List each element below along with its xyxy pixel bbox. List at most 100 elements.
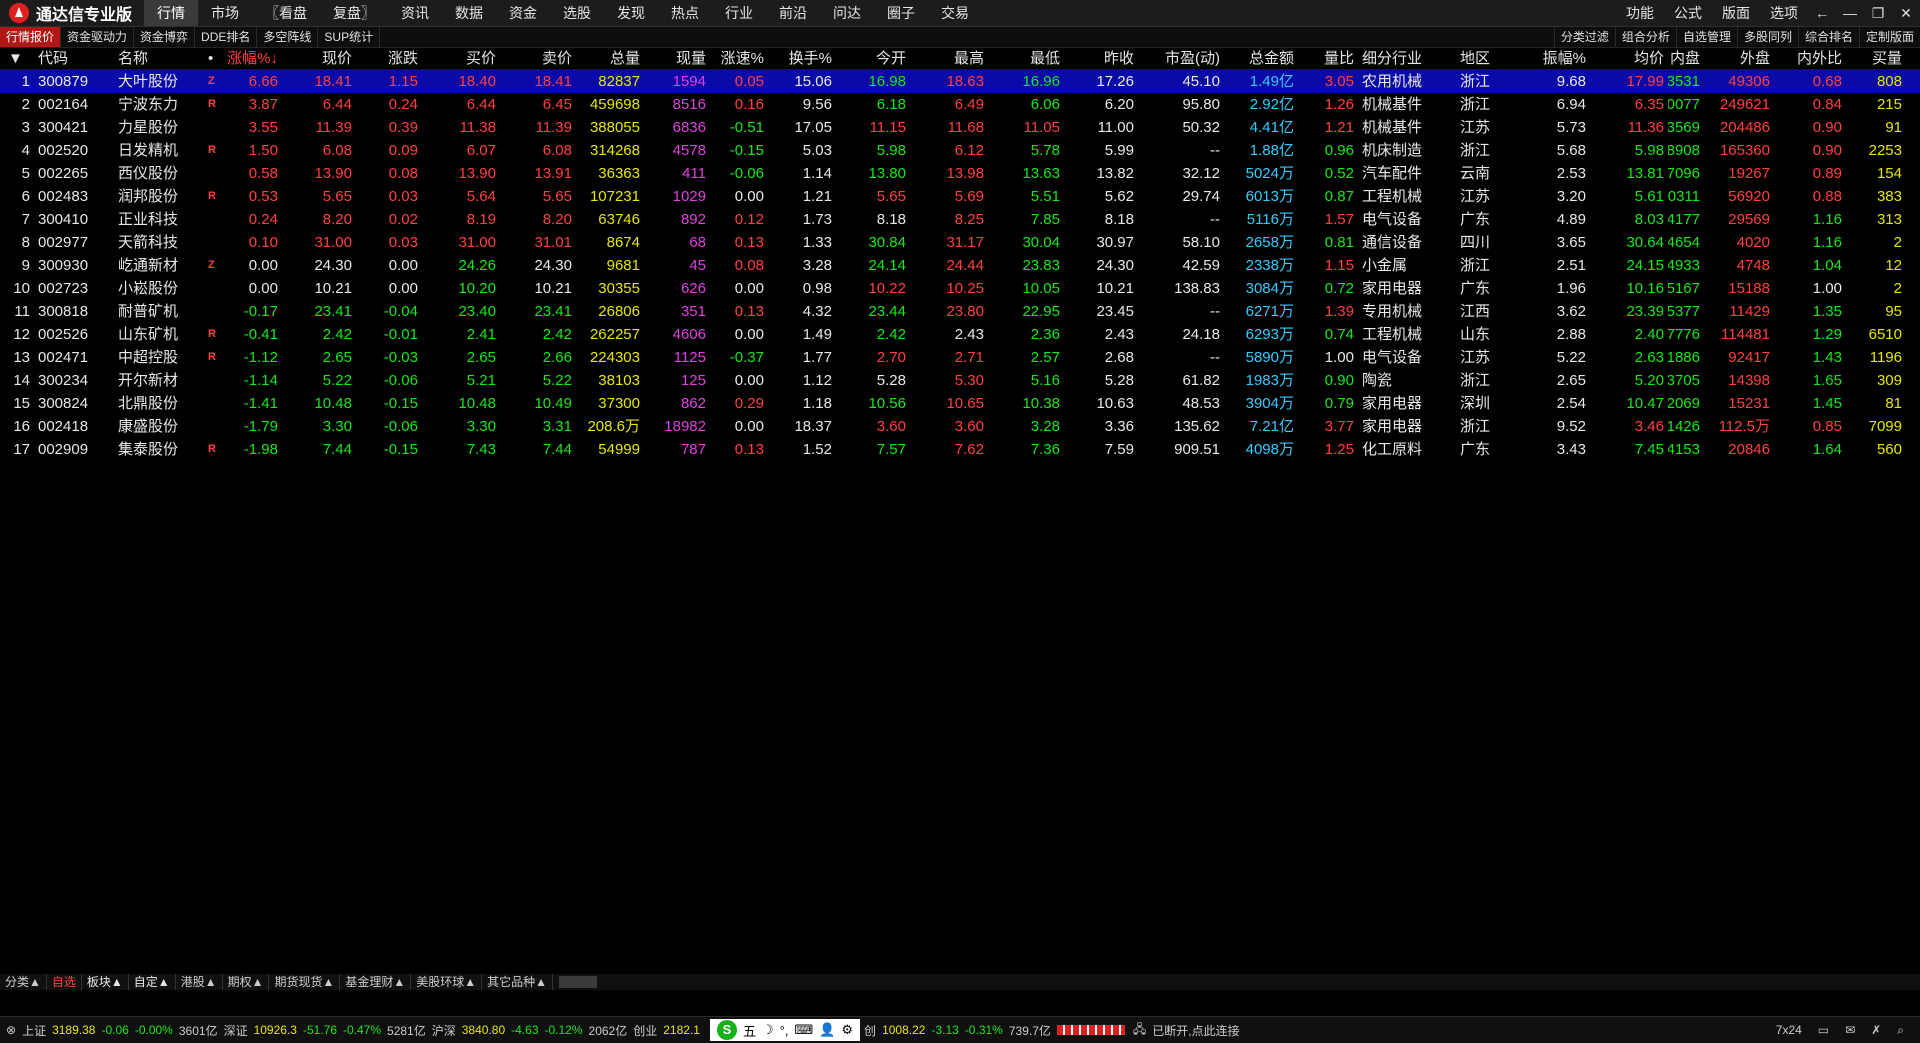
menu-item-5[interactable]: 数据 [442, 0, 496, 26]
sub-tab-2[interactable]: 资金博弈 [134, 27, 196, 47]
column-header-19[interactable]: 细分行业 [1362, 48, 1442, 69]
connection-status[interactable]: 已断开,点此连接 [1152, 1022, 1239, 1039]
settings-icon[interactable]: ⚙ [841, 1022, 853, 1038]
mode-label[interactable]: 7x24 [1776, 1023, 1802, 1037]
bottom-tab-3[interactable]: 自定▲ [129, 974, 176, 990]
column-header-17[interactable]: 总金额 [1222, 48, 1294, 69]
moon-icon[interactable]: ☽ [762, 1022, 774, 1038]
column-header-24[interactable]: 外盘 [1700, 48, 1770, 69]
menu-item-6[interactable]: 资金 [496, 0, 550, 26]
bottom-tab-0[interactable]: 分类▲ [0, 974, 47, 990]
user-icon[interactable]: 👤 [819, 1022, 835, 1038]
menu-item-14[interactable]: 交易 [928, 0, 982, 26]
bottom-tab-1[interactable]: 自选 [47, 974, 82, 990]
table-row[interactable]: 15 300824 北鼎股份 -1.41 10.48 -0.15 10.48 10.49 373… [0, 392, 1920, 415]
table-row[interactable]: 6 002483 润邦股份 R 0.53 5.65 0.03 5.64 5.65 107231 10… [0, 185, 1920, 208]
horizontal-scrollbar[interactable] [559, 976, 598, 988]
menu-item-2[interactable]: 〖看盘 [252, 0, 320, 26]
column-header-9[interactable]: 现量 [642, 48, 706, 69]
table-row[interactable]: 16 002418 康盛股份 -1.79 3.30 -0.06 3.30 3.31 208.6万… [0, 415, 1920, 438]
sub-tab-5[interactable]: SUP统计 [318, 27, 381, 47]
table-row[interactable]: 11 300818 耐普矿机 -0.17 23.41 -0.04 23.40 23.41 268… [0, 300, 1920, 323]
menu-item-12[interactable]: 问达 [820, 0, 874, 26]
table-row[interactable]: 7 300410 正业科技 0.24 8.20 0.02 8.19 8.20 63746 892 0… [0, 208, 1920, 231]
sub-tab-right-1[interactable]: 组合分析 [1614, 27, 1676, 47]
table-row[interactable]: 1 300879 大叶股份 Z 6.66 18.41 1.15 18.40 18.41 82837… [0, 70, 1920, 93]
back-icon[interactable]: ← [1808, 0, 1836, 26]
connection-icon[interactable]: 🖧 [1133, 1020, 1146, 1041]
menu-right-item-0[interactable]: 功能 [1616, 0, 1664, 26]
punctuation-icon[interactable]: °, [780, 1023, 789, 1038]
bottom-tab-8[interactable]: 美股环球▲ [411, 974, 483, 990]
menu-item-3[interactable]: 复盘〗 [320, 0, 388, 26]
column-header-10[interactable]: 涨速% [708, 48, 764, 69]
bottom-tab-7[interactable]: 基金理财▲ [340, 974, 412, 990]
column-header-11[interactable]: 换手% [760, 48, 832, 69]
status-menu-icon[interactable]: ⊗ [6, 1023, 16, 1037]
table-row[interactable]: 13 002471 中超控股 R -1.12 2.65 -0.03 2.65 2.66 22430… [0, 346, 1920, 369]
menu-item-8[interactable]: 发现 [604, 0, 658, 26]
sub-tab-right-3[interactable]: 多股同列 [1736, 27, 1798, 47]
sub-tab-1[interactable]: 资金驱动力 [61, 27, 135, 47]
menu-right-item-1[interactable]: 公式 [1664, 0, 1712, 26]
column-header-13[interactable]: 最高 [908, 48, 984, 69]
keyboard-icon[interactable]: ⌨ [794, 1022, 813, 1038]
bottom-tab-6[interactable]: 期货现货▲ [269, 974, 341, 990]
column-header-12[interactable]: 今开 [834, 48, 906, 69]
column-header-6[interactable]: 买价 [420, 48, 496, 69]
menu-item-7[interactable]: 选股 [550, 0, 604, 26]
table-row[interactable]: 3 300421 力星股份 3.55 11.39 0.39 11.38 11.39 388055… [0, 116, 1920, 139]
ime-mode[interactable]: 五 [743, 1021, 756, 1040]
table-row[interactable]: 5 002265 西仪股份 0.58 13.90 0.08 13.90 13.91 36363 4… [0, 162, 1920, 185]
table-row[interactable]: 2 002164 宁波东力 R 3.87 6.44 0.24 6.44 6.45 459698 85… [0, 93, 1920, 116]
column-header-0[interactable]: 代码 [38, 48, 108, 69]
sub-tab-4[interactable]: 多空阵线 [257, 27, 319, 47]
table-row[interactable]: 9 300930 屹通新材 Z 0.00 24.30 0.00 24.26 24.30 9681 4… [0, 254, 1920, 277]
column-header-1[interactable]: 名称 [118, 48, 208, 69]
menu-item-1[interactable]: 市场 [198, 0, 252, 26]
column-header-18[interactable]: 量比 [1296, 48, 1354, 69]
minimize-icon[interactable]: — [1836, 0, 1864, 26]
message-icon[interactable]: ✉ [1845, 1023, 1855, 1037]
column-header-25[interactable]: 内外比 [1780, 48, 1842, 69]
close-icon[interactable]: ✕ [1892, 0, 1920, 26]
table-row[interactable]: 10 002723 小崧股份 0.00 10.21 0.00 10.20 10.21 30355… [0, 277, 1920, 300]
sub-tab-right-4[interactable]: 综合排名 [1797, 27, 1859, 47]
column-header-4[interactable]: 现价 [284, 48, 352, 69]
column-header-21[interactable]: 振幅% [1506, 48, 1586, 69]
menu-item-9[interactable]: 热点 [658, 0, 712, 26]
column-header-5[interactable]: 涨跌 [354, 48, 418, 69]
table-row[interactable]: 17 002909 集泰股份 R -1.98 7.44 -0.15 7.43 7.44 54999… [0, 438, 1920, 461]
table-row[interactable]: 14 300234 开尔新材 -1.14 5.22 -0.06 5.21 5.22 38103 1… [0, 369, 1920, 392]
column-header-26[interactable]: 买量 [1842, 48, 1902, 69]
sub-tab-right-2[interactable]: 自选管理 [1675, 27, 1737, 47]
ime-toolbar[interactable]: S 五 ☽ °, ⌨ 👤 ⚙ [709, 1019, 861, 1041]
menu-item-10[interactable]: 行业 [712, 0, 766, 26]
column-header-16[interactable]: 市盈(动) [1136, 48, 1220, 69]
column-header-3[interactable]: 涨幅%↓ [222, 48, 278, 69]
sub-tab-right-5[interactable]: 定制版面 [1858, 27, 1920, 47]
table-row[interactable]: 8 002977 天箭科技 0.10 31.00 0.03 31.00 31.01 8674 68… [0, 231, 1920, 254]
restore-icon[interactable]: ❐ [1864, 0, 1892, 26]
column-header-2[interactable]: • [208, 48, 222, 69]
search-icon[interactable]: ⌕ [1897, 1023, 1904, 1038]
bottom-tab-9[interactable]: 其它品种▲ [482, 974, 554, 990]
column-header-23[interactable]: 内盘 [1630, 48, 1700, 69]
sub-tab-0[interactable]: 行情报价 [0, 27, 62, 47]
bottom-tab-5[interactable]: 期权▲ [223, 974, 270, 990]
column-header-8[interactable]: 总量 [574, 48, 640, 69]
menu-item-4[interactable]: 资讯 [388, 0, 442, 26]
sort-dropdown-icon[interactable]: ▼ [8, 48, 23, 69]
column-header-20[interactable]: 地区 [1460, 48, 1504, 69]
bottom-tab-4[interactable]: 港股▲ [176, 974, 223, 990]
table-row[interactable]: 12 002526 山东矿机 R -0.41 2.42 -0.01 2.41 2.42 26225… [0, 323, 1920, 346]
monitor-icon[interactable]: ▭ [1818, 1023, 1829, 1037]
sub-tab-3[interactable]: DDE排名 [195, 27, 258, 47]
menu-right-item-2[interactable]: 版面 [1712, 0, 1760, 26]
bottom-tab-2[interactable]: 板块▲ [82, 974, 129, 990]
menu-item-13[interactable]: 圈子 [874, 0, 928, 26]
mute-icon[interactable]: ✗ [1871, 1023, 1881, 1037]
menu-item-11[interactable]: 前沿 [766, 0, 820, 26]
column-header-15[interactable]: 昨收 [1062, 48, 1134, 69]
menu-item-0[interactable]: 行情 [144, 0, 199, 26]
